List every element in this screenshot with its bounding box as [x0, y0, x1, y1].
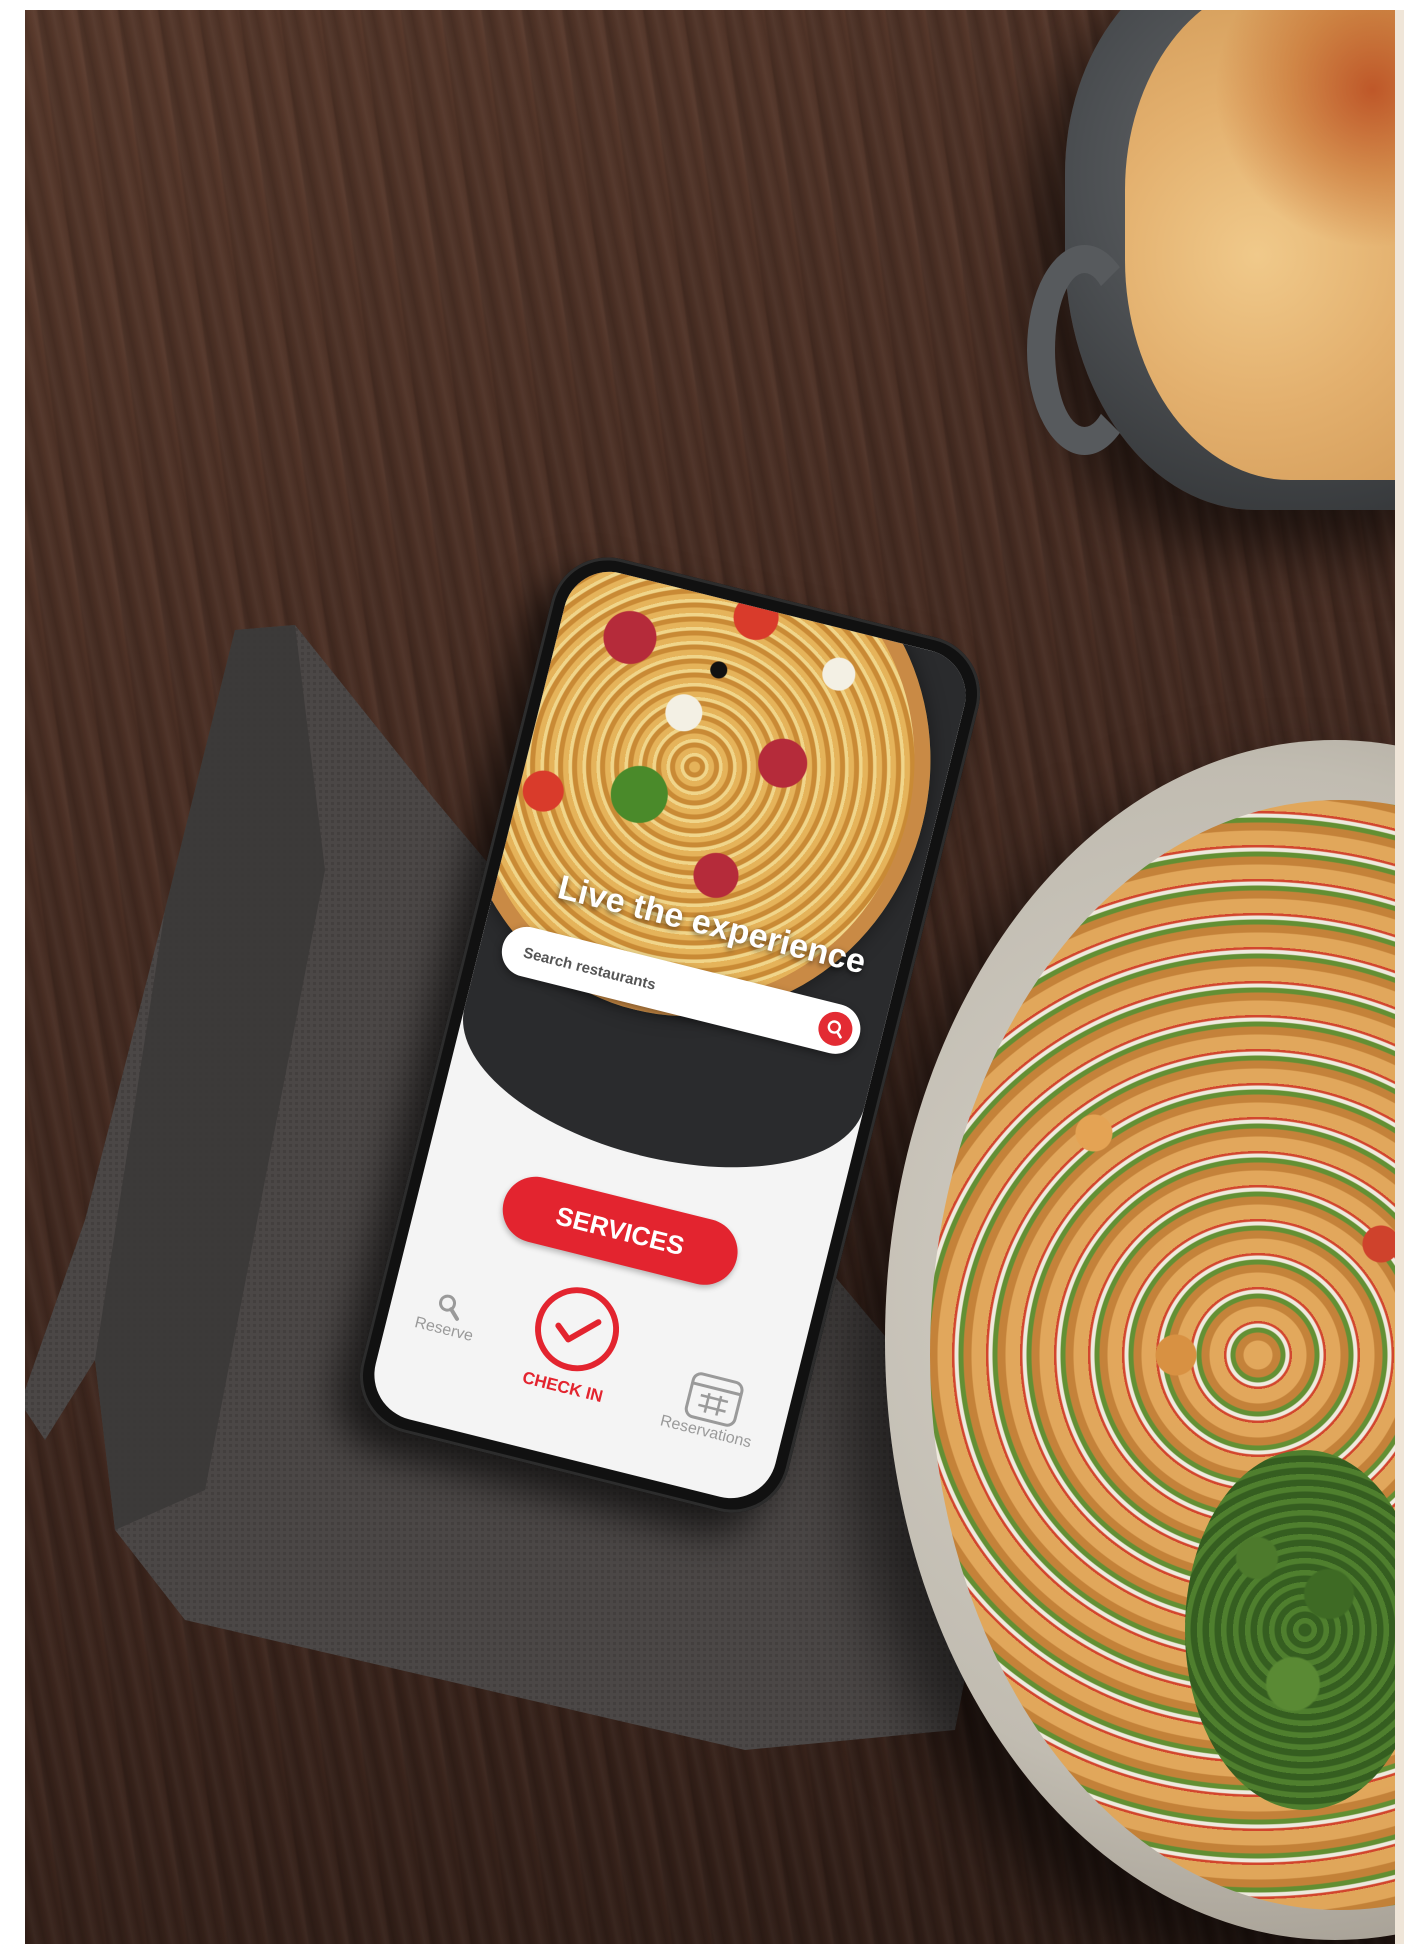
nav-reservations[interactable]: Reservations	[658, 1364, 765, 1453]
photo-scene: Live the experience SERVICES	[25, 10, 1395, 1944]
bottom-navigation: Reserve CHECK IN Reservations	[369, 1243, 805, 1488]
search-icon	[827, 1020, 842, 1039]
services-button[interactable]: SERVICES	[495, 1169, 745, 1292]
nav-check-in[interactable]: CHECK IN	[519, 1278, 628, 1407]
hero-banner: Live the experience	[440, 562, 976, 1206]
app-screen: Live the experience SERVICES	[364, 562, 976, 1508]
nav-reserve[interactable]: Reserve	[413, 1285, 482, 1346]
nav-check-in-label: CHECK IN	[520, 1367, 605, 1407]
right-border	[1395, 10, 1404, 1944]
checkmark-circle-icon	[526, 1278, 628, 1381]
search-button[interactable]	[814, 1008, 857, 1050]
